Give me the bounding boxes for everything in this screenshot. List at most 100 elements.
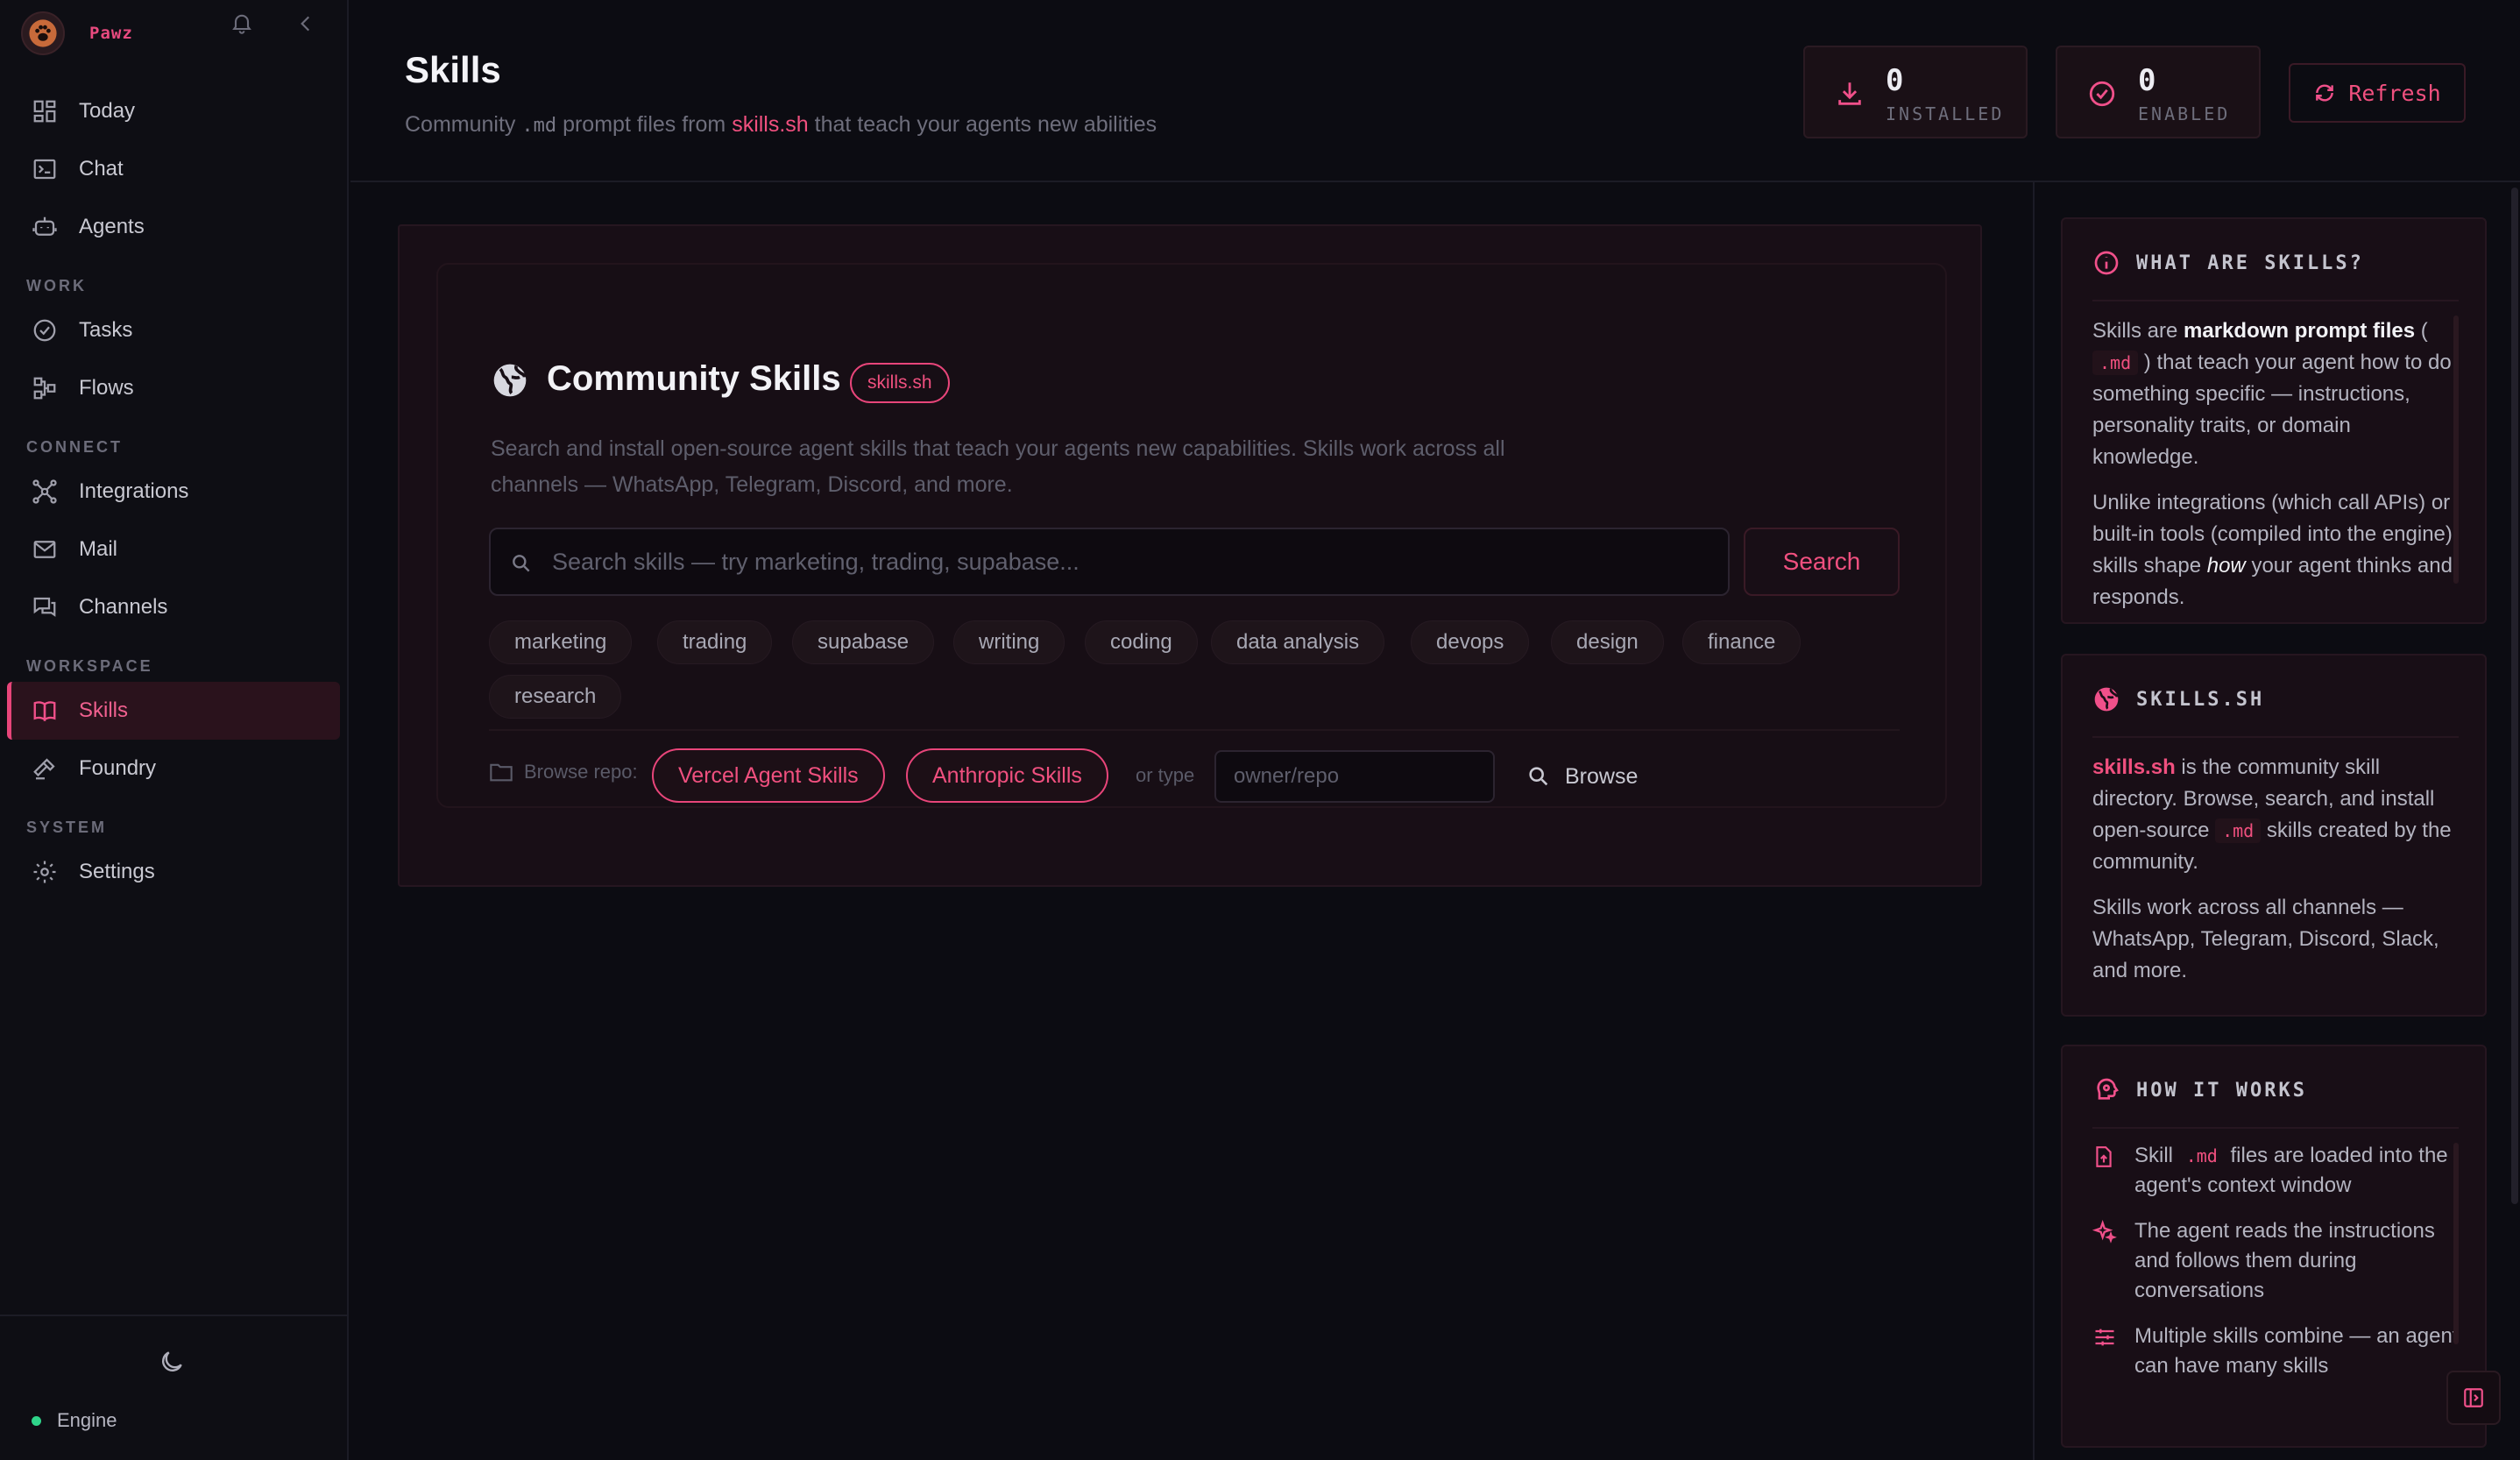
nav-label: Channels	[79, 595, 168, 619]
section-label-work: WORK	[26, 277, 87, 294]
app-window: Pawz Today Chat Agents WORK Tasks Flows	[0, 0, 2520, 1460]
download-icon	[1835, 79, 1866, 110]
search-button[interactable]: Search	[1744, 528, 1900, 596]
sidebar-footer: Engine	[0, 1315, 347, 1460]
nav-mail[interactable]: Mail	[7, 521, 340, 578]
skills-sh-panel: SKILLS.SH skills.sh is the community ski…	[2061, 654, 2487, 1017]
text-italic: how	[2206, 554, 2246, 578]
skills-sh-link[interactable]: skills.sh	[732, 112, 809, 137]
search-icon	[1529, 767, 1548, 786]
browse-repo-label: Browse repo:	[489, 761, 638, 783]
how-step-text: Skill .md files are loaded into the agen…	[2134, 1141, 2460, 1201]
browse-repo-row: Browse repo: Vercel Agent Skills Anthrop…	[489, 745, 1943, 806]
nav-flows[interactable]: Flows	[7, 359, 340, 417]
panel-body: skills.sh is the community skill directo…	[2092, 752, 2460, 1001]
page-subtitle: Community .md prompt files from skills.s…	[405, 112, 1157, 138]
browse-button[interactable]: Browse	[1526, 755, 1638, 797]
code-chip: .md	[2092, 351, 2139, 375]
tag-trading[interactable]: trading	[657, 620, 773, 664]
flow-icon	[30, 373, 60, 403]
collapse-sidebar-icon[interactable]	[294, 12, 317, 35]
paw-logo-icon[interactable]	[21, 11, 65, 55]
skills-sh-link[interactable]: skills.sh	[2092, 755, 2176, 779]
browse-label: Browse	[1565, 763, 1639, 789]
panel-body: Skills are markdown prompt files ( .md )…	[2092, 315, 2460, 622]
engine-status: Engine	[32, 1409, 117, 1432]
nav-label: Settings	[79, 860, 155, 883]
tag-coding[interactable]: coding	[1085, 620, 1198, 664]
code-chip: .md	[2185, 1145, 2218, 1166]
panel-title: HOW IT WORKS	[2136, 1079, 2307, 1102]
text: Skills are	[2092, 319, 2178, 343]
panel-scrollbar[interactable]	[2453, 1143, 2459, 1344]
nav-label: Mail	[79, 537, 118, 561]
page-title: Skills	[405, 49, 501, 90]
nav-label: Tasks	[79, 318, 133, 342]
skill-search-input[interactable]	[552, 529, 1709, 594]
nav-today[interactable]: Today	[7, 82, 340, 140]
text: Skill	[2134, 1144, 2174, 1167]
nav-integrations[interactable]: Integrations	[7, 463, 340, 521]
installed-label: INSTALLED	[1886, 103, 2005, 124]
brain-icon	[2097, 1078, 2119, 1100]
panel-title: WHAT ARE SKILLS?	[2136, 252, 2364, 274]
repo-anthropic-skills[interactable]: Anthropic Skills	[906, 748, 1108, 803]
globe-icon	[2094, 687, 2119, 712]
app-name: Pawz	[89, 24, 133, 43]
book-icon	[30, 696, 60, 726]
section-label-connect: CONNECT	[26, 438, 123, 456]
repo-vercel-agent-skills[interactable]: Vercel Agent Skills	[652, 748, 885, 803]
search-icon	[510, 552, 534, 577]
nav-foundry[interactable]: Foundry	[7, 740, 340, 797]
brand: Pawz	[21, 11, 336, 56]
enabled-stat: 0 ENABLED	[2056, 46, 2261, 138]
panel-header: HOW IT WORKS	[2092, 1076, 2307, 1104]
subtitle-code: .md	[521, 115, 557, 137]
subtitle-text: that teach your agents new abilities	[814, 112, 1157, 137]
panel-scrollbar[interactable]	[2453, 315, 2459, 584]
panel-toggle-icon	[2464, 1388, 2483, 1407]
bell-icon[interactable]	[230, 11, 254, 35]
community-skills-description: Search and install open-source agent ski…	[491, 436, 1505, 497]
tag-data-analysis[interactable]: data analysis	[1211, 620, 1385, 664]
tag-design[interactable]: design	[1551, 620, 1664, 664]
text: (	[2420, 319, 2428, 343]
tag-writing[interactable]: writing	[953, 620, 1065, 664]
nav-settings[interactable]: Settings	[7, 843, 340, 901]
panel-separator	[2092, 300, 2459, 301]
text-bold: markdown prompt files	[2184, 319, 2416, 343]
refresh-button[interactable]: Refresh	[2289, 63, 2466, 123]
nav-skills[interactable]: Skills	[7, 682, 340, 740]
moon-icon[interactable]	[158, 1348, 189, 1379]
skills-sh-badge[interactable]: skills.sh	[850, 363, 950, 403]
nav-tasks[interactable]: Tasks	[7, 301, 340, 359]
chat-bubbles-icon	[30, 592, 60, 622]
nav-label: Foundry	[79, 756, 157, 780]
tag-devops[interactable]: devops	[1411, 620, 1530, 664]
panel-paragraph: skills.sh is the community skill directo…	[2092, 752, 2460, 878]
community-skills-card: Community Skills skills.sh Search and in…	[398, 224, 1982, 887]
nav-label: Skills	[79, 698, 129, 722]
tag-research[interactable]: research	[489, 675, 622, 719]
code-chip: .md	[2215, 819, 2262, 843]
engine-label: Engine	[57, 1409, 117, 1431]
tag-supabase[interactable]: supabase	[792, 620, 935, 664]
sliders-icon	[2092, 1322, 2120, 1381]
how-step-text: Multiple skills combine — an agent can h…	[2134, 1324, 2459, 1378]
check-circle-icon	[2087, 79, 2119, 110]
nav-agents[interactable]: Agents	[7, 198, 340, 256]
nav-chat[interactable]: Chat	[7, 140, 340, 198]
nav-label: Flows	[79, 376, 134, 400]
sparkles-icon	[2092, 1216, 2120, 1306]
owner-repo-input[interactable]	[1214, 750, 1495, 803]
tag-marketing[interactable]: marketing	[489, 620, 633, 664]
section-label-system: SYSTEM	[26, 819, 108, 836]
nav-channels[interactable]: Channels	[7, 578, 340, 636]
panel-separator	[2092, 1127, 2459, 1129]
tag-finance[interactable]: finance	[1682, 620, 1802, 664]
page-scrollbar[interactable]	[2511, 188, 2518, 1204]
installed-stat: 0 INSTALLED	[1803, 46, 2028, 138]
toggle-panel-button[interactable]	[2446, 1371, 2501, 1425]
folder-icon	[490, 763, 513, 782]
text: ) that teach your agent how to do someth…	[2092, 351, 2452, 469]
